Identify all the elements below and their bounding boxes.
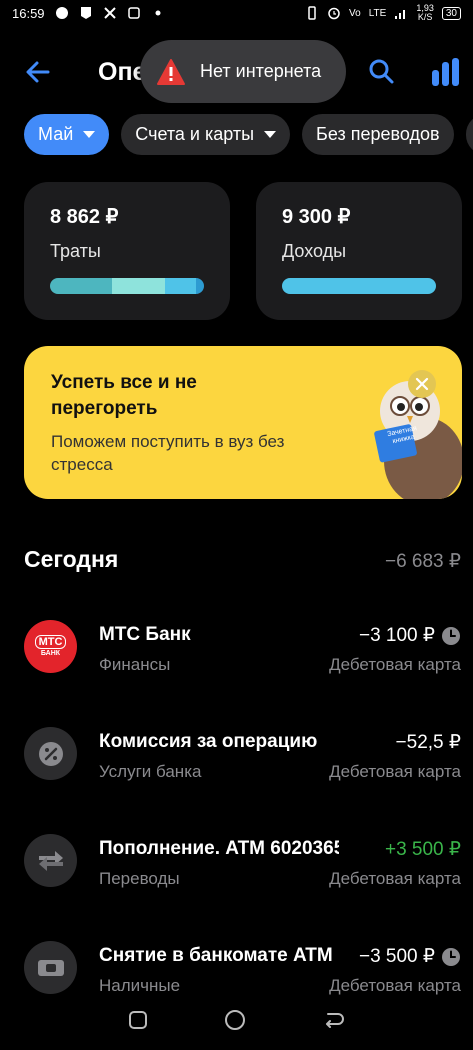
filter-chip-more[interactable] (465, 114, 473, 155)
pending-clock-icon (442, 948, 460, 966)
income-label: Доходы (282, 241, 347, 261)
spending-amount: 8 862 ₽ (50, 206, 119, 228)
network-speed: 1,93 K/S (416, 3, 434, 22)
lte-label: LTE (368, 7, 387, 19)
income-breakdown-bar (282, 278, 436, 294)
section-total: −6 683 ₽ (384, 551, 461, 572)
filter-chip-accounts[interactable]: Счета и карты (121, 114, 291, 155)
search-icon[interactable] (366, 56, 398, 88)
operation-account: Дебетовая карта (329, 762, 461, 781)
percent-badge-icon (38, 741, 63, 766)
operation-account: Дебетовая карта (329, 655, 461, 674)
battery-indicator: 30 (441, 6, 461, 20)
income-amount: 9 300 ₽ (282, 206, 351, 228)
spending-segment (196, 278, 204, 294)
chat-notification-icon (55, 7, 68, 19)
recent-apps-icon[interactable] (127, 1009, 149, 1031)
operation-account: Дебетовая карта (329, 869, 461, 888)
operation-category: Услуги банка (99, 762, 202, 781)
filter-chip-label: Счета и карты (135, 124, 255, 144)
section-title: Сегодня (24, 546, 119, 572)
operation-amount: −52,5 ₽ (391, 731, 461, 754)
spending-label: Траты (50, 241, 101, 261)
back-nav-icon[interactable] (322, 1009, 346, 1031)
spending-segment (50, 278, 112, 294)
operation-name: Комиссия за операцию (99, 731, 318, 752)
shield-notification-icon (80, 7, 91, 19)
filter-chip-month[interactable]: Май (24, 114, 110, 155)
operation-amount: −3 100 ₽ (354, 624, 435, 647)
operation-name: Снятие в банкомате ATM (99, 945, 333, 966)
more-notifications-dot-icon (155, 10, 161, 16)
warning-icon (157, 58, 185, 85)
home-icon[interactable] (223, 1008, 247, 1032)
vibrate-icon (308, 6, 316, 20)
spending-segment (165, 278, 197, 294)
promo-title: Успеть все и не перегореть (51, 372, 197, 419)
cash-icon (24, 941, 77, 994)
operation-row[interactable]: Комиссия за операцию Услуги банка −52,5 … (0, 727, 473, 807)
operation-amount: −3 500 ₽ (354, 945, 435, 968)
filter-chip-no-transfers[interactable]: Без переводов (302, 114, 454, 155)
operation-category: Переводы (99, 869, 180, 888)
chevron-down-icon (264, 131, 277, 138)
operation-name: МТС Банк (99, 624, 191, 645)
toast-text: Нет интернета (200, 61, 322, 81)
signal-icon (395, 10, 406, 19)
filter-chips: Май Счета и карты Без переводов (24, 114, 473, 155)
filter-chip-label: Без переводов (316, 124, 440, 144)
cash-glyph (37, 959, 64, 976)
tools-notification-icon (103, 7, 116, 19)
operation-category: Финансы (99, 655, 171, 674)
volte-label: Vo (349, 7, 361, 19)
status-bar: 16:59 Vo LTE 1,93 K/S 30 (0, 0, 473, 26)
operation-amount: +3 500 ₽ (380, 838, 461, 861)
spending-card[interactable]: 8 862 ₽ Траты (24, 182, 230, 320)
percent-icon (24, 727, 77, 780)
no-internet-toast: Нет интернета (140, 40, 346, 103)
app-notification-icon (127, 7, 140, 19)
chevron-down-icon (83, 131, 96, 138)
analytics-chart-icon[interactable] (428, 56, 464, 88)
operation-row[interactable]: Пополнение. ATM 60203657 Переводы +3 500… (0, 834, 473, 914)
mts-bank-logo-icon: МТС БАНК (24, 620, 77, 673)
income-segment (282, 278, 436, 294)
promo-banner[interactable]: Успеть все и не перегореть Поможем посту… (24, 346, 462, 499)
back-arrow-icon[interactable] (20, 54, 56, 90)
income-card[interactable]: 9 300 ₽ Доходы (256, 182, 462, 320)
close-icon (415, 377, 429, 391)
system-navigation-bar (0, 990, 473, 1050)
promo-subtitle: Поможем поступить в вуз без стресса (51, 432, 285, 474)
status-time: 16:59 (12, 5, 45, 21)
close-button[interactable] (408, 370, 436, 398)
app-header: Операции Нет интернета (0, 40, 473, 104)
spending-breakdown-bar (50, 278, 204, 294)
transfer-arrows-icon (24, 834, 77, 887)
transfer-arrows-glyph (38, 850, 63, 871)
filter-chip-label: Май (38, 124, 74, 144)
alarm-icon (328, 7, 340, 20)
operation-row[interactable]: МТС БАНК МТС Банк Финансы −3 100 ₽ Дебет… (0, 620, 473, 700)
pending-clock-icon (442, 627, 460, 645)
operation-name: Пополнение. ATM 60203657 (99, 838, 339, 859)
spending-segment (111, 278, 166, 294)
